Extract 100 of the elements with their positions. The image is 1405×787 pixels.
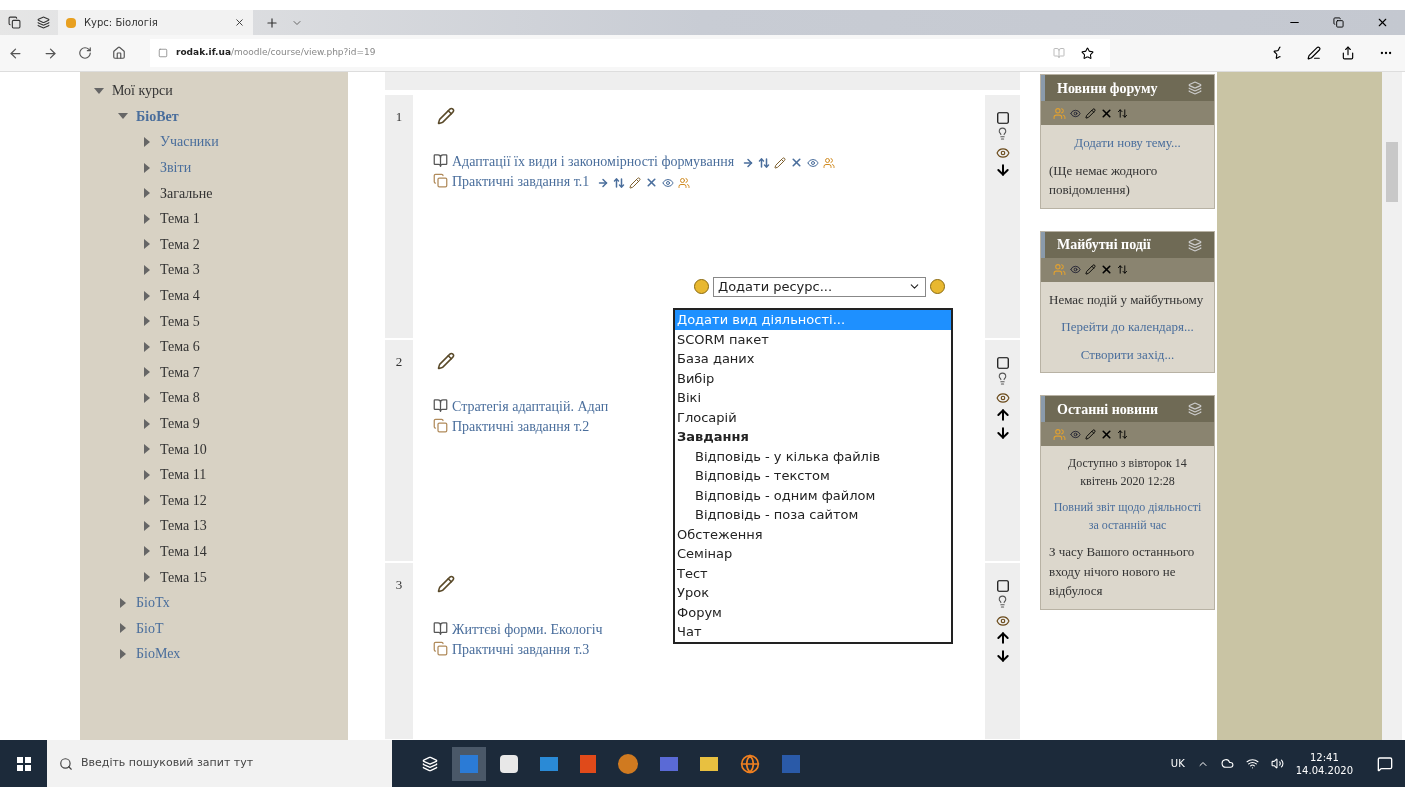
windows-logo-icon[interactable] <box>16 756 31 771</box>
activity-link[interactable]: Життєві форми. Екологіч <box>452 622 603 638</box>
tabs-aside-icon[interactable] <box>8 16 21 29</box>
sidebar-item[interactable]: Тема 7 <box>160 361 200 383</box>
clock-date[interactable]: 14.04.2020 <box>1295 763 1353 777</box>
sidebar-item[interactable]: Тема 6 <box>160 336 200 358</box>
collapsed-triangle-icon[interactable] <box>142 392 152 403</box>
refresh-icon[interactable] <box>78 46 92 60</box>
list-option[interactable]: Тест <box>675 563 951 583</box>
taskbar-search-field[interactable]: Введіть пошуковий запит тут <box>47 740 392 787</box>
folder-icon[interactable] <box>700 756 718 771</box>
sidebar-item[interactable]: Тема 13 <box>160 515 207 537</box>
checkbox-icon[interactable] <box>995 110 1010 125</box>
store-icon[interactable] <box>500 754 518 773</box>
sidebar-item[interactable]: Мої курси <box>112 80 173 102</box>
network-icon[interactable] <box>1245 757 1259 770</box>
checkbox-icon[interactable] <box>995 355 1010 370</box>
collapsed-triangle-icon[interactable] <box>118 597 128 608</box>
sidebar-item[interactable]: Тема 14 <box>160 541 207 562</box>
notifications-icon[interactable] <box>1377 755 1393 772</box>
list-option[interactable]: Вибір <box>675 368 951 388</box>
expanded-triangle-icon[interactable] <box>94 85 104 96</box>
activity-listbox[interactable] <box>673 308 953 644</box>
delete-icon[interactable] <box>1100 106 1113 120</box>
collapsed-triangle-icon[interactable] <box>142 367 152 378</box>
collapsed-triangle-icon[interactable] <box>118 623 128 634</box>
collapsed-triangle-icon[interactable] <box>142 290 152 301</box>
sidebar-item[interactable]: Тема 10 <box>160 438 207 460</box>
collapsed-triangle-icon[interactable] <box>142 341 152 352</box>
collapsed-triangle-icon[interactable] <box>142 239 152 250</box>
activity-link[interactable]: Адаптації їх види і закономірності формування <box>452 153 735 169</box>
list-option[interactable]: Урок <box>675 583 951 603</box>
eye-icon[interactable] <box>995 390 1010 405</box>
eye-icon[interactable] <box>662 176 675 189</box>
edit-icon[interactable] <box>1085 264 1096 275</box>
close-tab-icon[interactable] <box>234 17 245 28</box>
lightbulb-icon[interactable] <box>996 595 1009 609</box>
list-option[interactable]: Глосарій <box>675 407 951 427</box>
eye-icon[interactable] <box>1070 264 1081 275</box>
users-icon[interactable] <box>678 176 691 189</box>
summary-edit-icon[interactable] <box>437 351 455 370</box>
volume-icon[interactable] <box>1270 757 1284 770</box>
sidebar-item[interactable]: Тема 11 <box>160 464 207 486</box>
clock-time[interactable]: 12:41 <box>1309 750 1339 764</box>
sidebar-item[interactable]: Тема 5 <box>160 310 200 332</box>
edit-icon[interactable] <box>1085 428 1096 440</box>
address-bar[interactable]: rodak.if.ua/moodle/course/view.php?id=19 <box>150 39 1110 67</box>
move-right-icon[interactable] <box>742 156 755 169</box>
move-icon[interactable] <box>613 176 626 189</box>
scrollbar-thumb[interactable] <box>1386 142 1398 202</box>
sidebar-item[interactable]: Тема 4 <box>160 285 200 307</box>
sidebar-item[interactable]: Тема 15 <box>160 566 207 588</box>
move-right-icon[interactable] <box>597 176 610 189</box>
app-icon[interactable] <box>660 756 678 771</box>
sidebar-link[interactable]: БіоТ <box>136 617 164 639</box>
eye-icon[interactable] <box>995 145 1010 160</box>
list-option[interactable]: База даних <box>675 349 951 369</box>
checkbox-icon[interactable] <box>995 579 1010 594</box>
pen-icon[interactable] <box>1307 46 1321 60</box>
collapsed-triangle-icon[interactable] <box>142 188 152 199</box>
collapsed-triangle-icon[interactable] <box>142 213 152 224</box>
sidebar-item[interactable]: Загальне <box>160 182 213 204</box>
block-link[interactable]: Перейти до календаря... <box>1049 317 1206 337</box>
list-option[interactable]: Вікі <box>675 388 951 408</box>
list-option[interactable]: Обстеження <box>675 524 951 544</box>
edit-icon[interactable] <box>774 156 787 169</box>
share-icon[interactable] <box>1341 46 1355 60</box>
sidebar-item[interactable]: Тема 12 <box>160 489 207 511</box>
browser-tab[interactable]: Курс: Біологія <box>58 10 253 35</box>
move-icon[interactable] <box>1117 107 1128 119</box>
collapsed-triangle-icon[interactable] <box>142 418 152 429</box>
delete-icon[interactable] <box>1100 263 1113 276</box>
list-option[interactable]: Відповідь - текстом <box>675 466 951 486</box>
sidebar-item[interactable]: Тема 1 <box>160 208 200 230</box>
sidebar-link[interactable]: БіоМех <box>136 643 181 665</box>
eye-icon[interactable] <box>995 614 1010 629</box>
move-icon[interactable] <box>758 156 771 169</box>
help-icon[interactable] <box>930 279 945 295</box>
collapsed-triangle-icon[interactable] <box>142 162 152 173</box>
collapsed-triangle-icon[interactable] <box>142 469 152 480</box>
lightbulb-icon[interactable] <box>996 371 1009 385</box>
collapsed-triangle-icon[interactable] <box>142 137 152 147</box>
forward-icon[interactable] <box>43 45 58 61</box>
task-view-icon[interactable] <box>422 755 438 772</box>
close-icon[interactable] <box>1376 16 1389 29</box>
back-icon[interactable] <box>8 45 23 61</box>
block-link[interactable]: Створити захід... <box>1049 344 1206 364</box>
block-link[interactable]: Додати нову тему... <box>1049 133 1206 153</box>
help-icon[interactable] <box>694 279 709 295</box>
move-icon[interactable] <box>1117 428 1128 440</box>
list-option[interactable]: SCORM пакет <box>675 329 951 349</box>
tab-preview-icon[interactable] <box>37 16 50 29</box>
eye-icon[interactable] <box>1070 107 1081 119</box>
move-icon[interactable] <box>1117 264 1128 275</box>
new-tab-icon[interactable] <box>265 15 279 30</box>
list-option[interactable]: Відповідь - одним файлом <box>675 485 951 505</box>
delete-icon[interactable] <box>1100 427 1113 441</box>
block-menu-icon[interactable] <box>1188 402 1202 416</box>
favorite-icon[interactable] <box>1081 46 1094 60</box>
collapsed-triangle-icon[interactable] <box>142 546 152 557</box>
